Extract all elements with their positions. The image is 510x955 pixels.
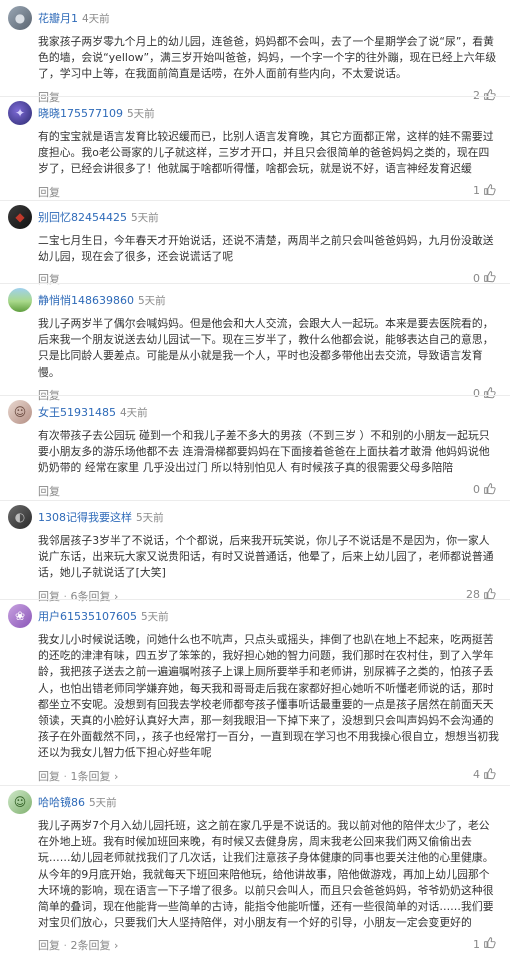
thumbs-up-icon	[483, 482, 496, 498]
comment-footer: 回复 1	[8, 182, 500, 202]
comment-header: ☺ 哈哈镜86 5天前	[8, 790, 500, 818]
avatar[interactable]: ☺	[8, 400, 32, 424]
like-button[interactable]: 28	[466, 587, 496, 603]
comment-time: 4天前	[120, 407, 148, 419]
comment-footer: 回复 · 6条回复 › 28	[8, 586, 500, 606]
comment-footer: 回复 · 2条回复 › 1	[8, 935, 500, 955]
divider	[0, 500, 510, 501]
reply-button[interactable]: 回复 · 1条回复 ›	[38, 768, 118, 784]
avatar[interactable]: ◆	[8, 205, 32, 229]
thumbs-up-icon	[483, 183, 496, 199]
username[interactable]: 别回忆82454425 5天前	[38, 209, 159, 225]
comment-text: 我邻居孩子3岁半了不说话，个个都说，后来我开玩笑说，你儿子不说话是不是因为，你一…	[38, 534, 494, 580]
like-button[interactable]: 4	[473, 767, 496, 783]
comment-footer: 回复 · 1条回复 › 4	[8, 766, 500, 786]
username[interactable]: 1308记得我要这样 5天前	[38, 509, 164, 525]
comment-header: ◐ 1308记得我要这样 5天前	[8, 505, 500, 533]
divider	[0, 200, 510, 201]
comment-header: ❀ 用户61535107605 5天前	[8, 604, 500, 632]
comment-item: ☺ 哈哈镜86 5天前我儿子两岁7个月入幼儿园托班，这之前在家几乎是不说话的。我以前…	[0, 790, 510, 955]
reply-button[interactable]: 回复 · 6条回复 ›	[38, 588, 118, 604]
comment-text: 我女儿小时候说话晚，问她什么也不吭声，只点头或摇头，摔倒了也趴在地上不起来，吃两…	[38, 633, 500, 760]
comment-item: ❀ 用户61535107605 5天前我女儿小时候说话晚，问她什么也不吭声，只点头或…	[0, 604, 510, 786]
reply-button[interactable]: 回复 · 2条回复 ›	[38, 937, 118, 953]
comment-item: ☺ 女王51931485 4天前有次带孩子去公园玩 碰到一个和我儿子差不多大的男孩（…	[0, 400, 510, 501]
comment-item: ◆ 别回忆82454425 5天前二宝七月生日，今年春天才开始说话，还说不清楚，两周…	[0, 205, 510, 289]
reply-count-link[interactable]: 2条回复	[71, 939, 111, 952]
divider	[0, 283, 510, 284]
comment-header: ◆ 别回忆82454425 5天前	[8, 205, 500, 233]
comment-text: 有的宝宝就是语言发育比较迟缓而已，比别人语言发育晚，其它方面都正常，这样的娃不需…	[38, 130, 494, 176]
comment-footer: 回复 0	[8, 269, 500, 289]
like-button[interactable]: 0	[473, 482, 496, 498]
thumbs-up-icon	[483, 587, 496, 603]
like-button[interactable]: 1	[473, 936, 496, 952]
comment-time: 5天前	[138, 295, 166, 307]
reply-button[interactable]: 回复	[38, 271, 60, 287]
thumbs-up-icon	[483, 936, 496, 952]
like-button[interactable]: 0	[473, 270, 496, 286]
username[interactable]: 花瓣月1 4天前	[38, 10, 110, 26]
username[interactable]: 静悄悄148639860 5天前	[38, 292, 166, 308]
like-button[interactable]: 1	[473, 183, 496, 199]
comment-item: 静悄悄148639860 5天前我儿子两岁半了偶尔会喊妈妈。但是他会和大人交流，会…	[0, 288, 510, 405]
reply-count-link[interactable]: 1条回复	[71, 770, 111, 783]
comment-text: 我儿子两岁半了偶尔会喊妈妈。但是他会和大人交流，会跟大人一起玩。本来是要去医院看…	[38, 317, 494, 379]
comment-time: 5天前	[127, 108, 155, 120]
avatar[interactable]: ✦	[8, 101, 32, 125]
comment-text: 我家孩子两岁零九个月上的幼儿园，连爸爸，妈妈都不会叫，去了一个星期学会了说“尿”…	[38, 35, 497, 81]
comment-header: ☺ 女王51931485 4天前	[8, 400, 500, 428]
comment-time: 4天前	[82, 13, 110, 25]
avatar[interactable]: ☺	[8, 790, 32, 814]
thumbs-up-icon	[483, 767, 496, 783]
comment-header: 静悄悄148639860 5天前	[8, 288, 500, 316]
username[interactable]: 用户61535107605 5天前	[38, 608, 169, 624]
username[interactable]: 哈哈镜86 5天前	[38, 794, 117, 810]
divider	[0, 395, 510, 396]
comment-footer: 回复 0	[8, 481, 500, 501]
chevron-right-icon: ›	[110, 939, 119, 953]
comment-time: 5天前	[136, 512, 164, 524]
comment-time: 5天前	[140, 611, 169, 623]
divider	[0, 96, 510, 97]
comment-text: 我儿子两岁7个月入幼儿园托班，这之前在家几乎是不说话的。我以前对他的陪伴太少了，…	[38, 819, 494, 930]
avatar[interactable]: ❀	[8, 604, 32, 628]
comment-time: 5天前	[131, 212, 159, 224]
thumbs-up-icon	[483, 270, 496, 286]
reply-count-link[interactable]: 6条回复	[71, 590, 111, 603]
avatar[interactable]: ●	[8, 6, 32, 30]
avatar[interactable]	[8, 288, 32, 312]
comment-text: 二宝七月生日，今年春天才开始说话，还说不清楚，两周半之前只会叫爸爸妈妈，九月份没…	[38, 234, 494, 264]
comment-item: ● 花瓣月1 4天前我家孩子两岁零九个月上的幼儿园，连爸爸，妈妈都不会叫，去了一个星…	[0, 6, 510, 107]
comment-item: ◐ 1308记得我要这样 5天前我邻居孩子3岁半了不说话，个个都说，后来我开玩笑说，…	[0, 505, 510, 606]
username[interactable]: 晓晓175577109 5天前	[38, 105, 155, 121]
chevron-right-icon: ›	[110, 769, 119, 783]
comment-header: ● 花瓣月1 4天前	[8, 6, 500, 34]
divider	[0, 599, 510, 600]
username[interactable]: 女王51931485 4天前	[38, 404, 148, 420]
divider	[0, 785, 510, 786]
chevron-right-icon: ›	[110, 589, 119, 603]
comment-time: 5天前	[89, 797, 117, 809]
avatar[interactable]: ◐	[8, 505, 32, 529]
reply-button[interactable]: 回复	[38, 184, 60, 200]
comment-text: 有次带孩子去公园玩 碰到一个和我儿子差不多大的男孩（不到三岁 ）不和别的小朋友一…	[38, 429, 490, 475]
comment-header: ✦ 晓晓175577109 5天前	[8, 101, 500, 129]
comment-item: ✦ 晓晓175577109 5天前有的宝宝就是语言发育比较迟缓而已，比别人语言发育晚…	[0, 101, 510, 202]
reply-button[interactable]: 回复	[38, 483, 60, 499]
